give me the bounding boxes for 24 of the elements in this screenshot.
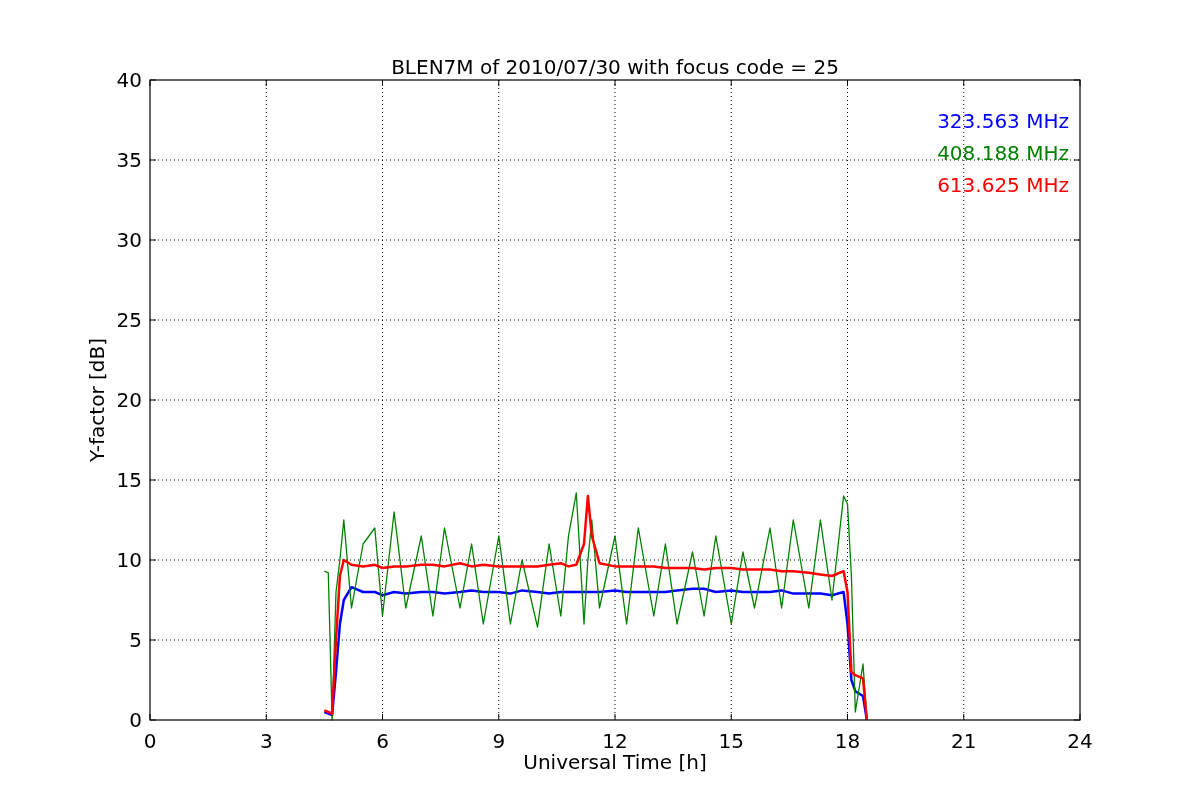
x-tick-label: 12: [602, 729, 628, 753]
y-tick-label: 5: [129, 628, 142, 652]
y-tick-label: 35: [116, 148, 142, 172]
y-tick-label: 0: [129, 708, 142, 732]
y-tick-label: 15: [116, 468, 142, 492]
x-axis-label: Universal Time [h]: [523, 750, 707, 774]
y-axis-label: Y-factor [dB]: [85, 338, 109, 462]
legend-label: 408.188 MHz: [937, 141, 1069, 165]
y-tick-label: 10: [116, 548, 142, 572]
x-tick-label: 18: [834, 729, 861, 753]
x-tick-label: 3: [259, 729, 273, 753]
y-tick-label: 40: [116, 68, 142, 92]
x-tick-label: 21: [951, 729, 977, 753]
legend-label: 613.625 MHz: [937, 173, 1069, 197]
x-tick-label: 9: [492, 729, 506, 753]
x-tick-label: 24: [1067, 729, 1093, 753]
legend-label: 323.563 MHz: [937, 109, 1069, 133]
x-tick-label: 0: [143, 729, 157, 753]
x-tick-label: 6: [376, 729, 389, 753]
y-tick-label: 25: [116, 308, 142, 332]
y-tick-label: 30: [116, 228, 142, 252]
chart-title: BLEN7M of 2010/07/30 with focus code = 25: [391, 55, 839, 79]
x-tick-label: 15: [718, 729, 744, 753]
y-tick-label: 20: [116, 388, 142, 412]
